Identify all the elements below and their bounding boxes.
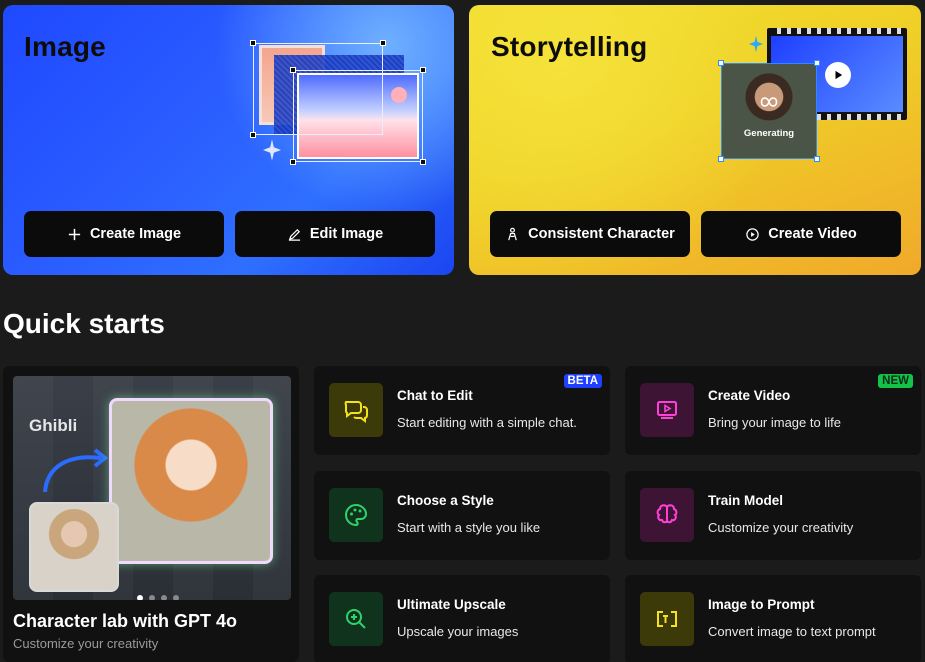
choose-a-style-card[interactable]: Choose a Style Start with a style you li… <box>314 471 610 560</box>
image-to-prompt-card[interactable]: Image to Prompt Convert image to text pr… <box>625 575 921 662</box>
sparkle-icon <box>749 35 763 53</box>
infinity-icon <box>760 97 778 107</box>
feature-artwork: Ghibli <box>13 376 291 600</box>
video-play-icon <box>657 401 677 419</box>
arrow-icon <box>43 448 109 493</box>
storytelling-hero-title: Storytelling <box>491 31 648 62</box>
create-video-icon-tile <box>640 383 694 437</box>
play-icon <box>825 62 851 88</box>
image-to-prompt-icon-tile <box>640 592 694 646</box>
image-to-text-icon <box>657 611 677 627</box>
pencil-icon <box>288 228 300 241</box>
ultimate-upscale-card[interactable]: Ultimate Upscale Upscale your images <box>314 575 610 662</box>
generating-label: Generating <box>743 128 795 139</box>
carousel-dot[interactable] <box>161 595 167 600</box>
edit-image-label: Edit Image <box>309 226 384 242</box>
carousel-dot[interactable] <box>173 595 179 600</box>
carousel-dot[interactable] <box>149 595 155 600</box>
create-video-card[interactable]: Create Video Bring your image to life NE… <box>625 366 921 455</box>
anime-portrait <box>109 398 273 564</box>
card-title: Train Model <box>708 493 784 508</box>
brain-icon <box>656 504 678 524</box>
photo-portrait <box>29 502 119 592</box>
zoom-in-icon <box>346 609 366 629</box>
card-subtitle: Upscale your images <box>397 624 519 639</box>
card-title: Ultimate Upscale <box>397 597 506 612</box>
card-subtitle: Bring your image to life <box>708 415 841 430</box>
carousel-dots <box>137 595 179 600</box>
palette-icon <box>345 503 368 527</box>
generating-portrait: Generating <box>718 60 820 162</box>
ghibli-label: Ghibli <box>29 416 78 435</box>
ultimate-upscale-icon-tile <box>329 592 383 646</box>
image-illustration <box>249 37 426 165</box>
choose-a-style-icon-tile <box>329 488 383 542</box>
card-subtitle: Start editing with a simple chat. <box>397 415 577 430</box>
plus-icon <box>68 228 81 240</box>
card-subtitle: Convert image to text prompt <box>708 624 876 639</box>
sparkle-icon <box>263 139 281 161</box>
character-icon <box>508 227 518 240</box>
chat-bubbles-icon <box>344 401 368 423</box>
create-image-button[interactable]: Create Image <box>24 211 224 257</box>
consistent-character-button[interactable]: Consistent Character <box>490 211 690 257</box>
card-title: Choose a Style <box>397 493 494 508</box>
storytelling-hero-panel: Storytelling Generating Consistent Chara… <box>469 5 921 275</box>
card-subtitle: Start with a style you like <box>397 520 541 535</box>
edit-image-button[interactable]: Edit Image <box>235 211 435 257</box>
feature-title: Character lab with GPT 4o <box>13 611 238 631</box>
storytelling-illustration: Generating <box>718 25 909 162</box>
card-title: Chat to Edit <box>397 388 473 403</box>
new-badge: NEW <box>878 374 913 388</box>
consistent-character-label: Consistent Character <box>528 226 675 242</box>
feature-subtitle: Customize your creativity <box>13 636 159 651</box>
chat-to-edit-card[interactable]: Chat to Edit Start editing with a simple… <box>314 366 610 455</box>
image-hero-panel: Image Create Image Edit Image <box>3 5 454 275</box>
card-subtitle: Customize your creativity <box>708 520 854 535</box>
beta-badge: BETA <box>563 374 602 388</box>
image-hero-title: Image <box>24 31 106 62</box>
card-title: Image to Prompt <box>708 597 815 612</box>
train-model-card[interactable]: Train Model Customize your creativity <box>625 471 921 560</box>
play-circle-icon <box>746 227 760 241</box>
feature-card[interactable]: Ghibli Character lab with GPT 4o Customi… <box>3 366 299 662</box>
create-image-label: Create Image <box>89 226 182 242</box>
card-title: Create Video <box>708 388 791 403</box>
carousel-dot[interactable] <box>137 595 143 600</box>
chat-to-edit-icon-tile <box>329 383 383 437</box>
quick-starts-title: Quick starts <box>3 308 165 339</box>
train-model-icon-tile <box>640 488 694 542</box>
create-video-hero-label: Create Video <box>768 226 857 242</box>
create-video-hero-button[interactable]: Create Video <box>701 211 901 257</box>
